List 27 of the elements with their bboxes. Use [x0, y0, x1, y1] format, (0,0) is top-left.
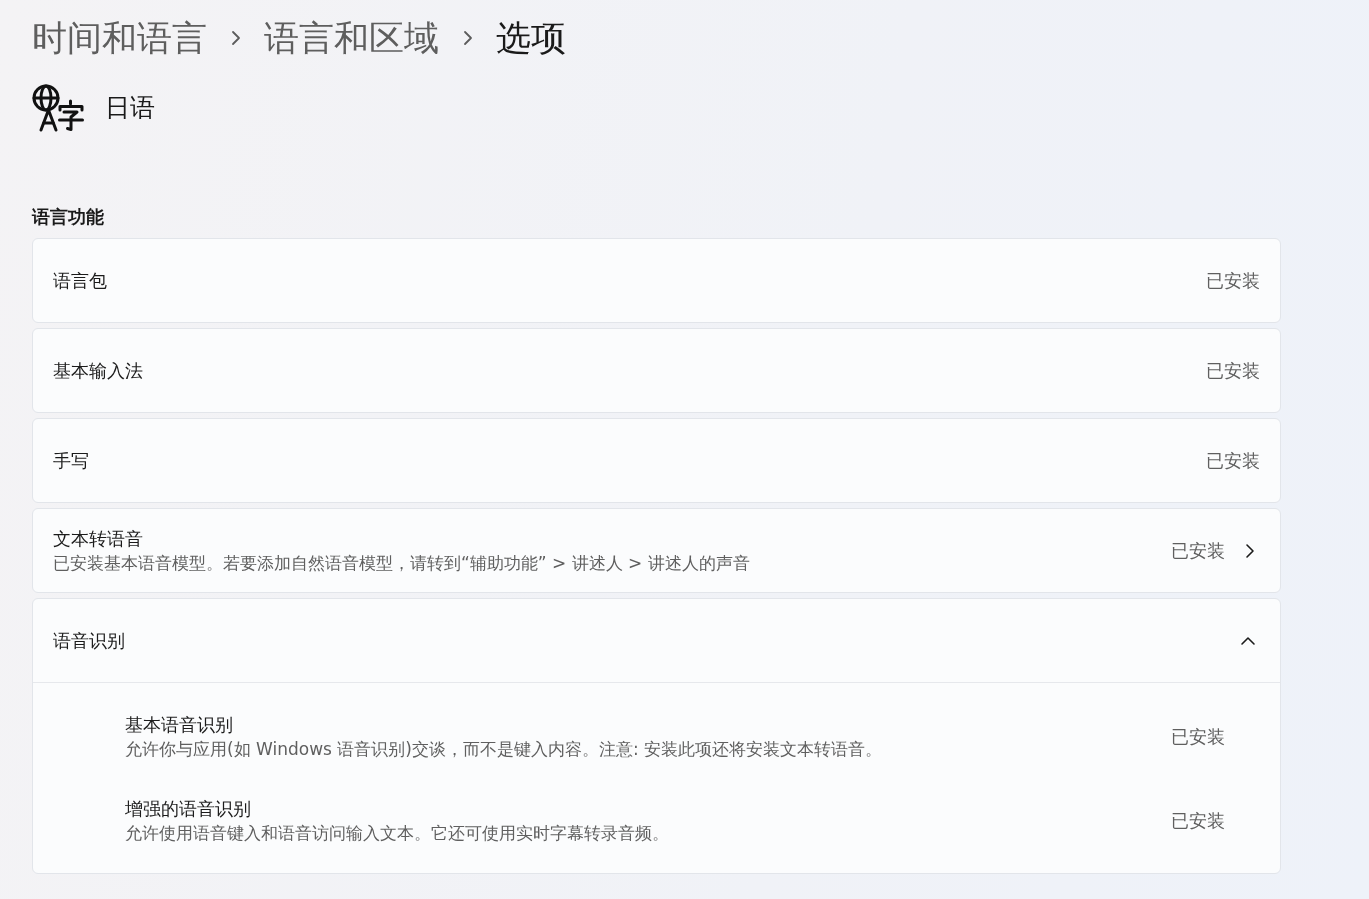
feature-card[interactable]: 文本转语音 已安装基本语音模型。若要添加自然语音模型，请转到“辅助功能” > 讲述人 > 讲述人的声音 已安装 [32, 508, 1281, 593]
chevron-right-icon [231, 30, 241, 46]
feature-title: 语言包 [53, 269, 107, 293]
breadcrumb-item[interactable]: 时间和语言 [32, 14, 207, 62]
chevron-up-icon[interactable] [1240, 635, 1256, 646]
status-text: 已安装 [1206, 359, 1260, 383]
feature-title: 语音识别 [53, 629, 125, 653]
feature-description: 允许使用语音键入和语音访问输入文本。它还可使用实时字幕转录音频。 [125, 822, 669, 845]
breadcrumb-item: 选项 [496, 17, 566, 60]
chevron-right-icon [463, 30, 473, 46]
feature-title: 基本语音识别 [125, 714, 233, 737]
feature-title: 基本输入法 [53, 359, 143, 383]
status-text: 已安装 [1206, 269, 1260, 293]
feature-description: 允许你与应用(如 Windows 语音识别)交谈，而不是键入内容。注意: 安装此项还将安装文本转语音。 [125, 738, 883, 761]
language-name: 日语 [105, 92, 155, 124]
feature-title: 文本转语音 [53, 527, 143, 551]
status-text: 已安装 [1171, 539, 1225, 563]
section-title: 语言功能 [32, 206, 104, 228]
feature-title: 增强的语音识别 [125, 798, 251, 821]
status-text: 已安装 [1171, 726, 1225, 749]
breadcrumb-item[interactable]: 语言和区域 [264, 14, 439, 62]
status-text: 已安装 [1206, 449, 1260, 473]
globe-language-icon [32, 84, 84, 132]
feature-title: 手写 [53, 449, 89, 473]
status-text: 已安装 [1171, 810, 1225, 833]
feature-description: 已安装基本语音模型。若要添加自然语音模型，请转到“辅助功能” > 讲述人 > 讲述人的声音 [53, 551, 750, 575]
chevron-right-icon[interactable] [1245, 542, 1255, 559]
